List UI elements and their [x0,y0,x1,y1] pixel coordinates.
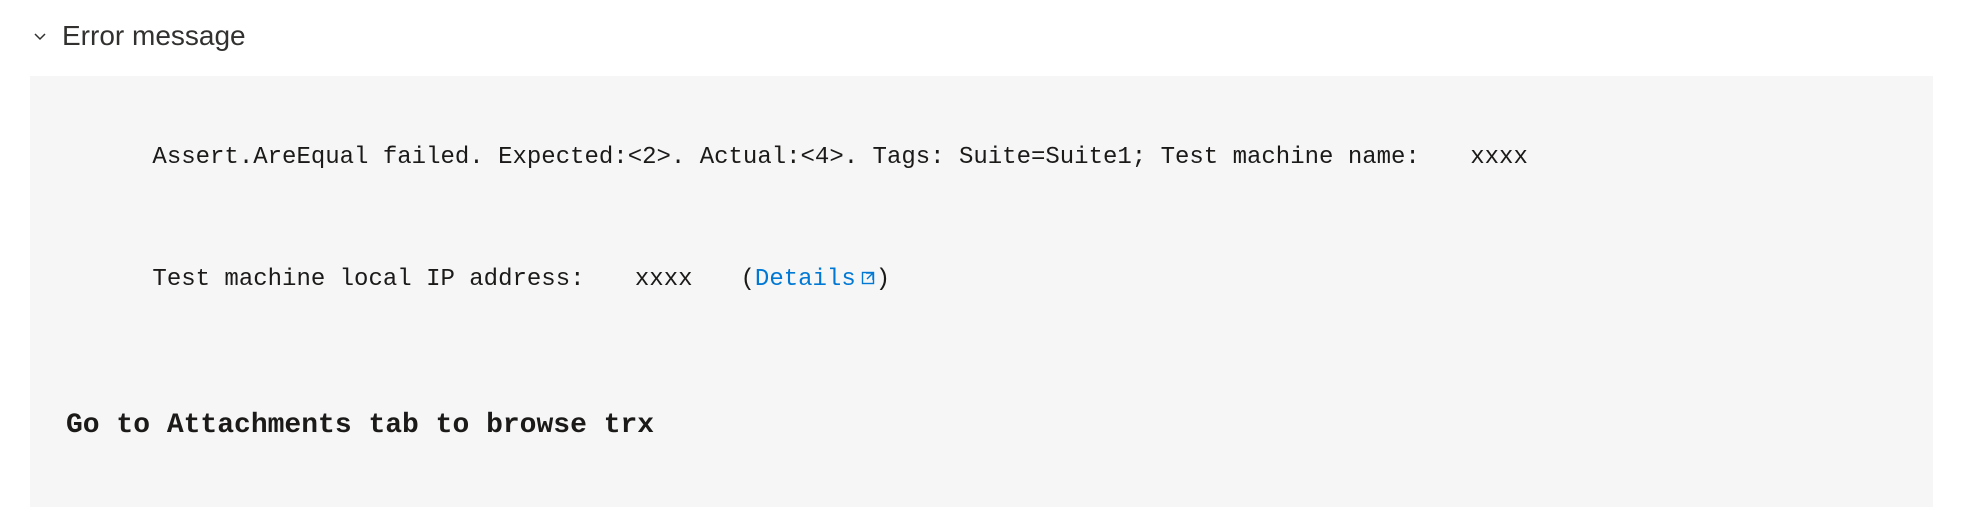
error-ip-prefix: Test machine local IP address: [152,266,598,293]
section-header[interactable]: Error message [30,20,1933,52]
error-text-prefix: Assert.AreEqual failed. Expected:<2>. Ac… [152,144,1434,171]
section-title: Error message [62,20,246,52]
attachments-hint: Go to Attachments tab to browse trx [66,405,1897,447]
chevron-down-icon [30,26,50,46]
error-message-panel: Assert.AreEqual failed. Expected:<2>. Ac… [30,76,1933,507]
masked-machine-name: xxxx [1470,144,1528,171]
error-line-2: Test machine local IP address: xxxx (Deta… [66,226,1897,335]
paren-open: ( [741,266,755,293]
paren-close: ) [876,266,890,293]
external-link-icon [860,263,876,299]
error-line-1: Assert.AreEqual failed. Expected:<2>. Ac… [66,104,1897,212]
masked-ip: xxxx [635,266,693,293]
details-link[interactable]: Details [755,266,876,293]
